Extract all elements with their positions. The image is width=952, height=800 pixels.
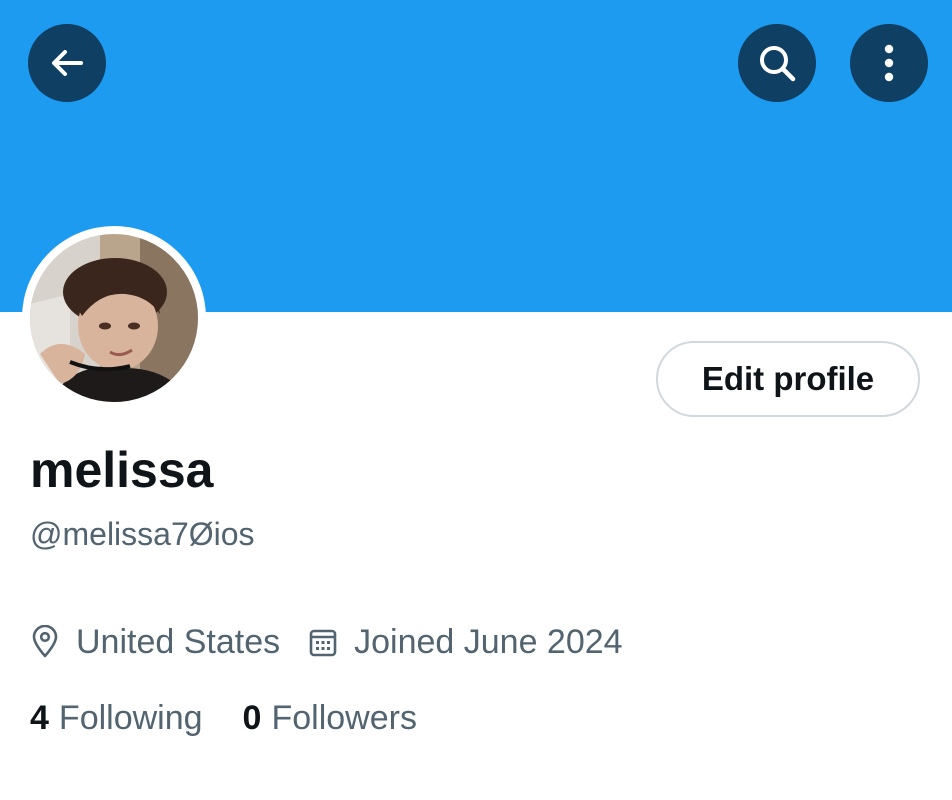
profile-meta: United States Joined June 2024 — [30, 620, 623, 664]
calendar-icon — [309, 629, 337, 657]
profile-page: Edit profile melissa @melissa7Øios Unite… — [0, 0, 952, 800]
profile-photo — [30, 234, 198, 402]
follow-stats: 4 Following 0 Followers — [30, 696, 417, 740]
location-text: United States — [76, 622, 281, 661]
display-name: melissa — [30, 442, 214, 498]
following-label: Following — [58, 698, 203, 737]
followers-link[interactable]: 0 Followers — [243, 699, 417, 738]
following-count: 4 — [30, 698, 49, 737]
search-button[interactable] — [738, 24, 816, 102]
following-link[interactable]: 4 Following — [30, 699, 203, 738]
followers-label: Followers — [271, 698, 417, 737]
more-vertical-icon — [884, 44, 894, 82]
location-pin-icon — [32, 625, 58, 658]
back-button[interactable] — [28, 24, 106, 102]
username-handle: @melissa7Øios — [30, 516, 255, 552]
avatar[interactable] — [30, 234, 198, 402]
location-item: United States — [30, 623, 280, 662]
search-icon — [760, 46, 796, 82]
more-options-button[interactable] — [850, 24, 928, 102]
avatar-ring — [22, 226, 206, 410]
arrow-left-icon — [52, 50, 83, 76]
followers-count: 0 — [242, 698, 262, 737]
joined-item: Joined June 2024 — [308, 622, 623, 662]
edit-profile-button[interactable]: Edit profile — [656, 341, 920, 417]
joined-date-text: Joined June 2024 — [354, 622, 623, 661]
